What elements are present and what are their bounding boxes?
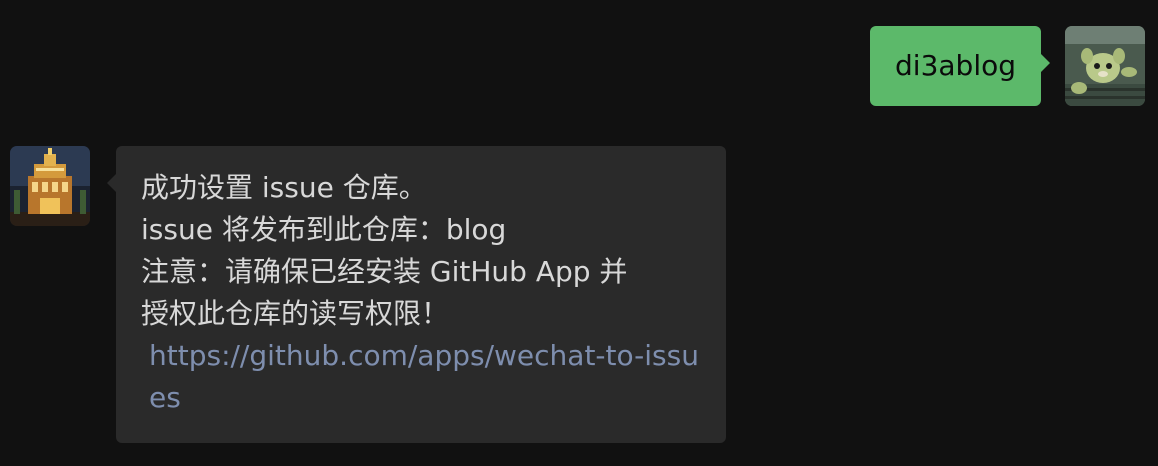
outgoing-bubble[interactable]: di3ablog <box>870 26 1050 106</box>
lit-building-avatar-icon[interactable] <box>10 146 90 226</box>
message-line: issue 将发布到此仓库：blog <box>141 213 507 246</box>
message-line: 注意：请确保已经安装 GitHub App 并 <box>141 255 628 288</box>
plush-toy-avatar-icon[interactable] <box>1065 26 1145 106</box>
incoming-bubble[interactable]: 成功设置 issue 仓库。 issue 将发布到此仓库：blog 注意：请确保… <box>107 146 726 443</box>
github-app-link[interactable]: https://github.com/apps/wechat-to-issues <box>141 335 701 419</box>
message-line: 成功设置 issue 仓库。 <box>141 171 427 204</box>
outgoing-message: di3ablog <box>870 26 1145 106</box>
message-line: 授权此仓库的读写权限！ <box>141 297 450 330</box>
incoming-message: 成功设置 issue 仓库。 issue 将发布到此仓库：blog 注意：请确保… <box>10 146 726 443</box>
chat-window: di3ablog 成功设置 issue 仓库。 issue 将发布到此仓库：bl… <box>0 0 1158 466</box>
